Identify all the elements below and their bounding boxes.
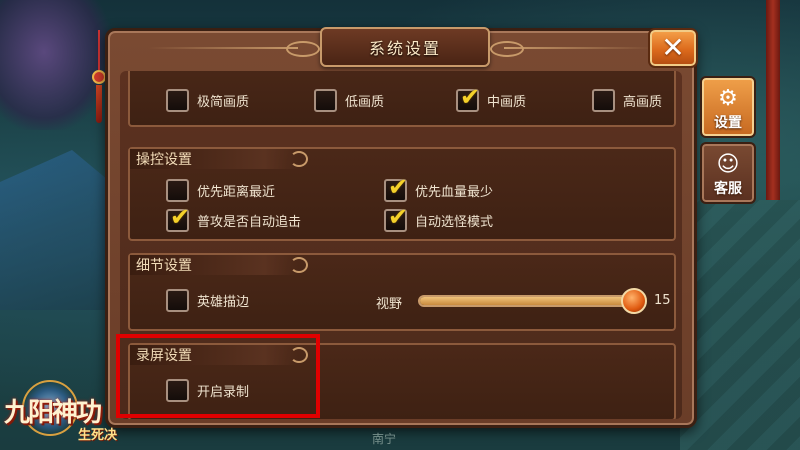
gears-icon: ⚙ — [718, 86, 738, 111]
location-hint: 南宁 — [372, 432, 397, 446]
checkmark-icon: ✔ — [460, 83, 481, 111]
close-button[interactable]: ✕ — [648, 28, 698, 68]
checkmark-icon: ✔ — [388, 203, 409, 231]
courtyard-wall — [680, 200, 800, 450]
checkbox[interactable] — [592, 89, 615, 112]
game-logo: 九阳神功 生死决 — [4, 380, 144, 446]
checkbox-checked[interactable]: ✔ — [384, 173, 408, 202]
title-ornament-right — [504, 47, 654, 49]
slider-fill — [420, 297, 634, 305]
option-auto-select[interactable]: ✔ 自动选怪模式 — [384, 203, 493, 232]
view-range-slider[interactable] — [418, 288, 647, 314]
tab-customer-service[interactable]: ☺ 客服 — [700, 142, 756, 204]
close-icon: ✕ — [661, 31, 685, 64]
option-auto-chase[interactable]: ✔ 普攻是否自动追击 — [166, 203, 301, 232]
tassel-ornament — [92, 30, 106, 125]
quality-option-medium[interactable]: ✔ 中画质 — [456, 83, 526, 112]
tab-settings[interactable]: ⚙ 设置 — [700, 76, 756, 138]
option-hero-outline[interactable]: 英雄描边 — [166, 289, 249, 312]
checkbox-checked[interactable]: ✔ — [384, 203, 408, 232]
option-lowest-hp[interactable]: ✔ 优先血量最少 — [384, 173, 493, 202]
checkbox[interactable] — [166, 89, 189, 112]
slider-thumb[interactable] — [621, 288, 647, 314]
highlight-box — [116, 334, 320, 418]
panel-heading: 细节设置 — [130, 255, 308, 275]
red-pillar — [766, 0, 780, 200]
dialog-title: 系统设置 — [368, 39, 441, 58]
checkbox[interactable] — [166, 179, 189, 202]
title-ornament-left — [148, 47, 298, 49]
support-agent-icon: ☺ — [716, 152, 740, 177]
control-settings-panel: 操控设置 优先距离最近 ✔ 优先血量最少 ✔ 普攻是否自动追击 ✔ 自动选怪模式 — [128, 147, 676, 241]
swirl-ornament-icon — [290, 257, 308, 273]
quality-option-low[interactable]: 低画质 — [314, 89, 384, 112]
swirl-ornament-icon — [290, 151, 308, 167]
view-range-label: 视野 — [376, 297, 403, 312]
detail-settings-panel: 细节设置 英雄描边 视野 15 — [128, 253, 676, 331]
checkbox-checked[interactable]: ✔ — [166, 203, 190, 232]
checkmark-icon: ✔ — [388, 173, 409, 201]
dialog-title-plate: 系统设置 — [286, 27, 524, 67]
checkbox-checked[interactable]: ✔ — [456, 83, 480, 112]
option-nearest-target[interactable]: 优先距离最近 — [166, 179, 275, 202]
checkmark-icon: ✔ — [170, 203, 191, 231]
panel-heading: 操控设置 — [130, 149, 308, 169]
checkbox[interactable] — [314, 89, 337, 112]
view-range-value: 15 — [654, 293, 671, 308]
quality-panel: 极简画质 低画质 ✔ 中画质 高画质 — [128, 71, 676, 127]
checkbox[interactable] — [166, 289, 189, 312]
quality-option-high[interactable]: 高画质 — [592, 89, 662, 112]
quality-option-minimal[interactable]: 极简画质 — [166, 89, 249, 112]
